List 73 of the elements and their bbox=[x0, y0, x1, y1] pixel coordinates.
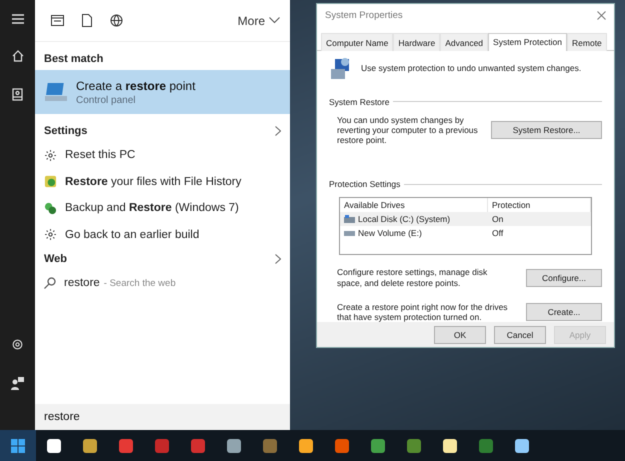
app-icon bbox=[514, 438, 530, 454]
gear-icon bbox=[44, 228, 57, 242]
drive-icon bbox=[344, 230, 355, 236]
close-icon[interactable] bbox=[597, 11, 606, 20]
drive-row[interactable]: Local Disk (C:) (System) On bbox=[340, 212, 591, 226]
dialog-button[interactable]: Cancel bbox=[494, 326, 546, 344]
laptop-icon bbox=[44, 81, 68, 103]
tab[interactable]: Hardware bbox=[393, 32, 440, 51]
computer-icon bbox=[329, 56, 351, 81]
app-icon bbox=[262, 438, 278, 454]
result-title: Create a restore point bbox=[76, 78, 196, 92]
notebook-icon[interactable] bbox=[12, 88, 23, 101]
app-icon bbox=[118, 438, 134, 454]
section-heading: Best match bbox=[44, 53, 104, 65]
window-title: System Properties bbox=[325, 10, 403, 22]
table-cell: Local Disk (C:) (System) bbox=[358, 214, 450, 224]
chevron-down-icon bbox=[269, 17, 280, 24]
settings-result[interactable]: Restore your files with File History bbox=[35, 168, 290, 195]
section-heading: Web bbox=[44, 253, 68, 265]
app-icon bbox=[370, 438, 386, 454]
tab[interactable]: Remote bbox=[567, 32, 607, 51]
tab[interactable]: System Protection bbox=[488, 32, 568, 51]
description-text: Configure restore settings, manage disk space, and delete restore points. bbox=[337, 267, 488, 288]
more-button[interactable]: More bbox=[236, 12, 282, 30]
result-subtitle: Control panel bbox=[76, 94, 136, 106]
group-label: System Restore bbox=[329, 96, 390, 107]
app-icon bbox=[334, 438, 350, 454]
dialog-button[interactable]: OK bbox=[434, 326, 486, 344]
history-icon bbox=[44, 175, 57, 188]
create-button[interactable]: Create... bbox=[526, 302, 602, 321]
group-label: Protection Settings bbox=[329, 179, 400, 190]
app-icon bbox=[226, 438, 242, 454]
settings-result[interactable]: Go back to an earlier build bbox=[35, 222, 290, 248]
drive-row[interactable]: New Volume (E:) Off bbox=[340, 226, 591, 240]
chevron-right-icon[interactable] bbox=[275, 126, 281, 136]
web-result[interactable]: restore - Search the web bbox=[35, 270, 290, 296]
table-cell: On bbox=[492, 214, 504, 224]
app-icon bbox=[154, 438, 170, 454]
globe-icon[interactable] bbox=[110, 14, 123, 27]
app-icon bbox=[298, 438, 314, 454]
system-restore-button[interactable]: System Restore... bbox=[491, 121, 602, 140]
document-icon[interactable] bbox=[82, 14, 92, 27]
menu-icon[interactable] bbox=[12, 14, 24, 24]
windows-icon bbox=[11, 438, 25, 452]
description-text: Create a restore point right now for the drives that have system protection turned on. bbox=[337, 302, 509, 322]
description-text: Use system protection to undo unwanted system changes. bbox=[361, 62, 582, 73]
app-icon bbox=[46, 438, 62, 454]
drive-icon bbox=[344, 215, 355, 224]
settings-result[interactable]: Backup and Restore (Windows 7) bbox=[35, 195, 290, 222]
app-icon bbox=[406, 438, 422, 454]
app-icon bbox=[442, 438, 458, 454]
settings-result[interactable]: Reset this PC bbox=[35, 142, 290, 168]
description-text: You can undo system changes by reverting your computer to a previous restore point. bbox=[337, 114, 479, 146]
start-button[interactable] bbox=[0, 430, 36, 461]
chevron-right-icon[interactable] bbox=[275, 254, 281, 264]
table-cell: Off bbox=[492, 228, 504, 238]
home-icon[interactable] bbox=[12, 50, 24, 62]
user-icon[interactable] bbox=[11, 377, 24, 390]
tab[interactable]: Advanced bbox=[440, 32, 488, 51]
app-icon bbox=[82, 438, 98, 454]
backup-icon bbox=[44, 202, 57, 215]
section-heading: Settings bbox=[44, 125, 88, 137]
table-cell: New Volume (E:) bbox=[358, 228, 422, 238]
app-icon bbox=[478, 438, 494, 454]
search-field[interactable]: restore bbox=[35, 404, 290, 430]
settings-icon[interactable] bbox=[11, 338, 24, 351]
apps-icon[interactable] bbox=[51, 15, 64, 26]
search-icon bbox=[44, 277, 56, 290]
configure-button[interactable]: Configure... bbox=[526, 268, 602, 287]
tab[interactable]: Computer Name bbox=[321, 32, 394, 51]
app-icon bbox=[190, 438, 206, 454]
gear-icon bbox=[44, 148, 57, 162]
best-match-item[interactable]: Create a restore point Control panel bbox=[35, 70, 290, 114]
